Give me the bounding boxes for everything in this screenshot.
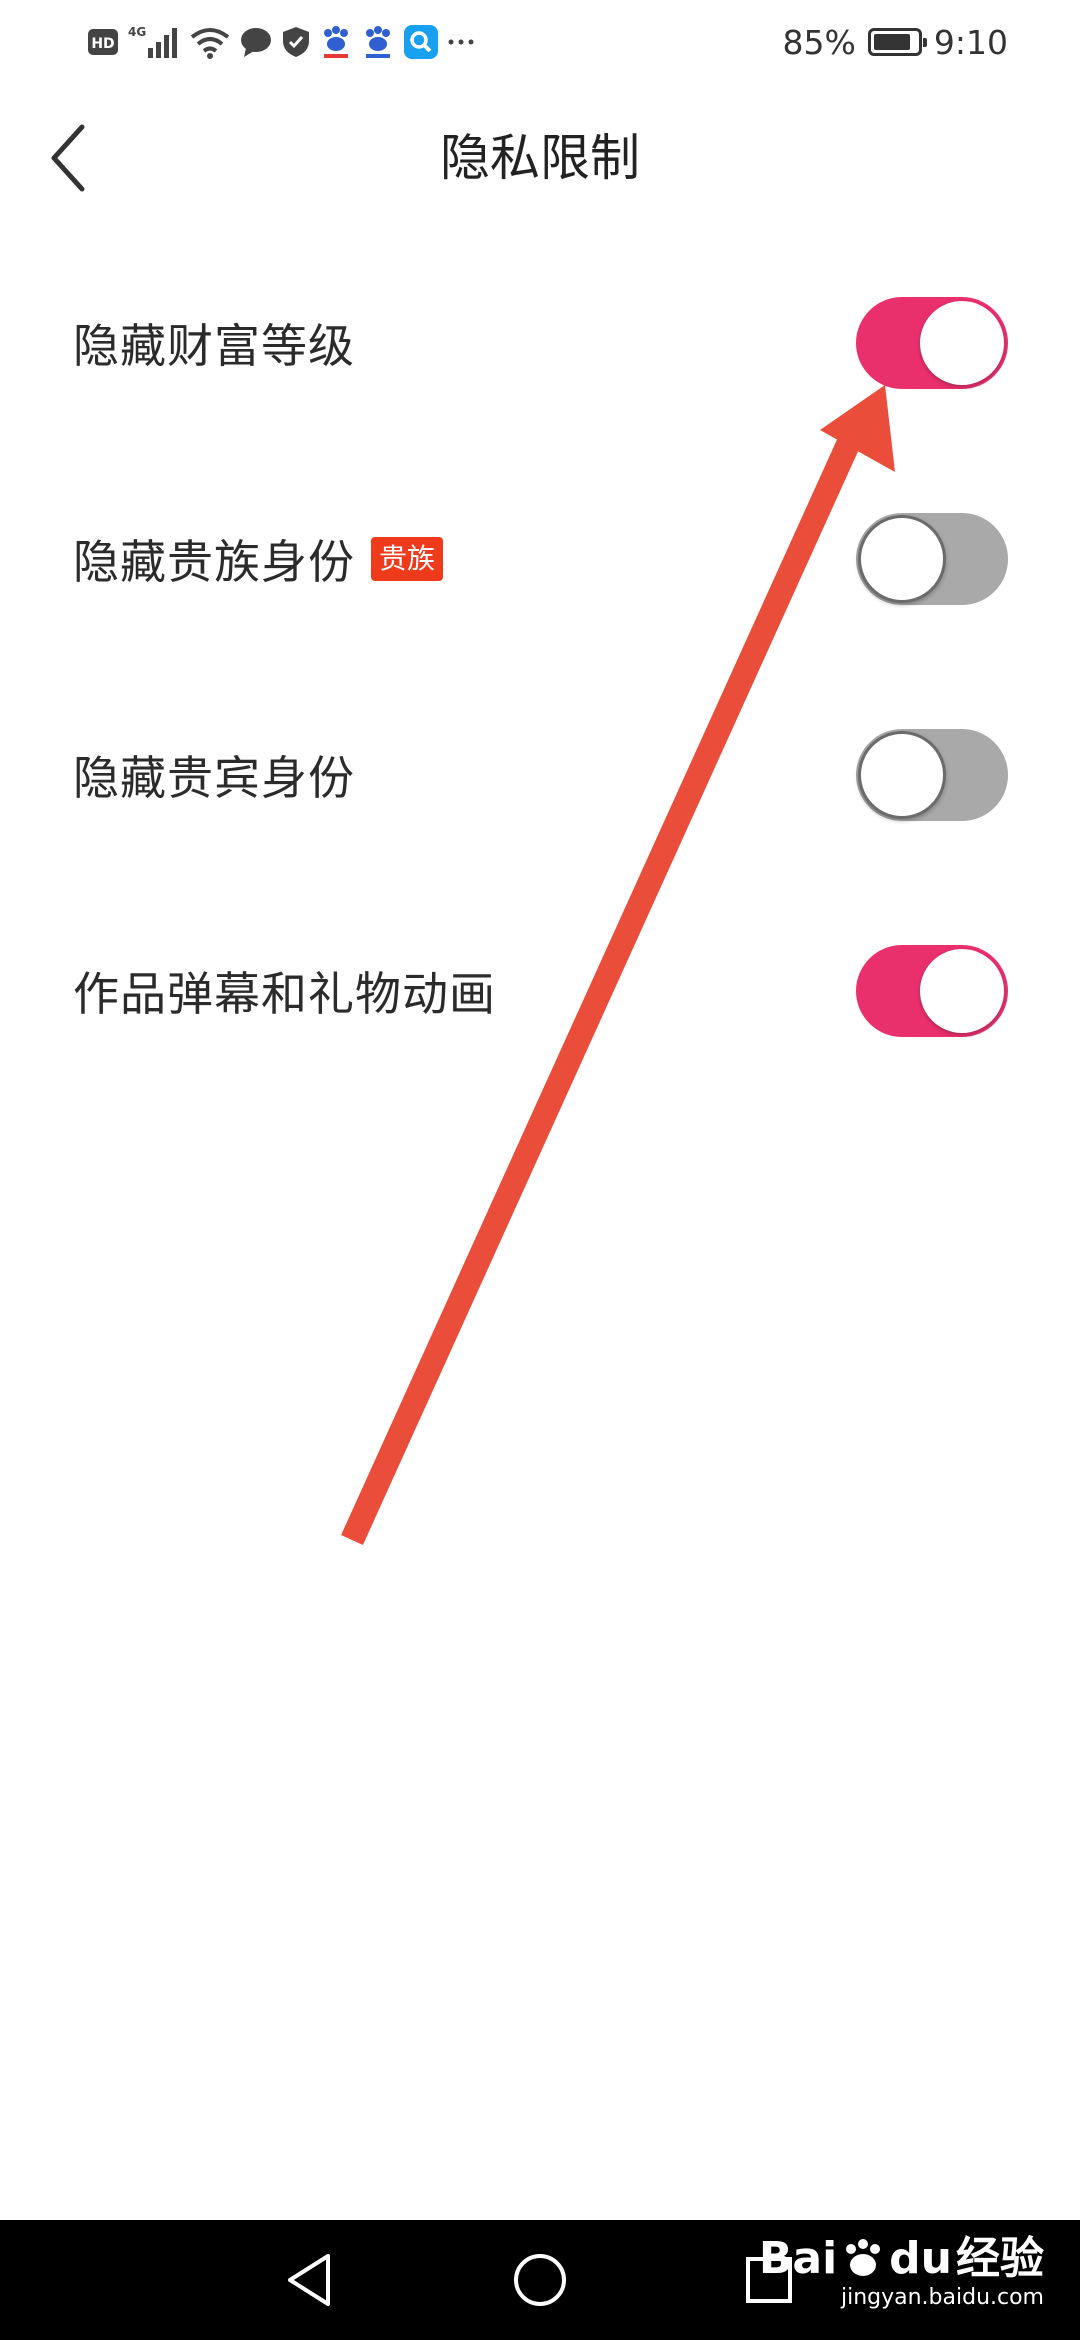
home-circle-icon (514, 2254, 566, 2306)
setting-row-hide-noble-identity: 隐藏贵族身份 贵族 (0, 451, 1080, 667)
search-app-icon (404, 25, 438, 59)
navigation-bar: Bai du 经验 jingyan.baidu.com (0, 2220, 1080, 2340)
signal-icon: 4G (128, 25, 177, 58)
more-dots-icon (448, 39, 474, 45)
baidu-paw-icon (366, 26, 390, 58)
wifi-icon (190, 28, 230, 59)
nav-home-button[interactable] (506, 2246, 574, 2314)
watermark-url: jingyan.baidu.com (840, 2285, 1044, 2310)
hd-icon: HD (88, 29, 118, 55)
setting-label: 隐藏贵宾身份 (73, 751, 355, 805)
settings-list: 隐藏财富等级 隐藏贵族身份 贵族 隐藏贵宾身份 作品弹幕和礼物动画 (0, 235, 1080, 1099)
setting-label: 隐藏贵族身份 (73, 535, 355, 589)
setting-label-wrap: 隐藏财富等级 (73, 235, 355, 451)
watermark-logo-text: Bai (758, 2233, 838, 2284)
header: 隐私限制 (0, 84, 1080, 224)
toggle-hide-vip-identity[interactable] (856, 729, 1008, 821)
toggle-danmaku-gift-animation[interactable] (856, 945, 1008, 1037)
setting-label-wrap: 隐藏贵族身份 贵族 (73, 451, 444, 667)
setting-row-hide-vip-identity: 隐藏贵宾身份 (0, 667, 1080, 883)
noble-badge: 贵族 (371, 537, 444, 581)
setting-row-hide-wealth-level: 隐藏财富等级 (0, 235, 1080, 451)
watermark-logo: Bai du 经验 (759, 2234, 1044, 2284)
setting-row-danmaku-gift-animation: 作品弹幕和礼物动画 (0, 883, 1080, 1099)
baidu-paw-icon (846, 2239, 881, 2276)
nav-back-button[interactable] (275, 2246, 343, 2314)
page-title: 隐私限制 (440, 129, 640, 187)
status-bar: HD 4G 85% 9:10 (0, 0, 1080, 84)
svg-text:HD: HD (91, 36, 114, 52)
toggle-knob (858, 515, 946, 603)
toggle-knob (858, 731, 946, 819)
chat-icon (241, 28, 271, 57)
shield-icon (283, 27, 309, 57)
status-right: 85% 9:10 (783, 16, 1008, 68)
battery-icon (867, 28, 927, 56)
battery-level (873, 34, 910, 50)
clock: 9:10 (933, 22, 1008, 62)
status-icons: HD 4G (88, 20, 474, 64)
setting-label: 作品弹幕和礼物动画 (73, 967, 496, 1021)
setting-label-wrap: 作品弹幕和礼物动画 (73, 883, 496, 1099)
toggle-hide-noble-identity[interactable] (856, 513, 1008, 605)
toggle-knob (920, 301, 1004, 385)
setting-label-wrap: 隐藏贵宾身份 (73, 667, 355, 883)
battery-percent: 85% (782, 22, 856, 62)
back-triangle-icon (288, 2254, 330, 2306)
svg-text:4G: 4G (128, 25, 146, 39)
toggle-knob (920, 949, 1004, 1033)
baidu-jingyan-watermark: Bai du 经验 jingyan.baidu.com (759, 2234, 1044, 2312)
setting-label: 隐藏财富等级 (73, 319, 355, 373)
baidu-paw-icon (324, 26, 348, 58)
watermark-logo-suffix: du (889, 2233, 952, 2284)
toggle-hide-wealth-level[interactable] (856, 297, 1008, 389)
watermark-cn: 经验 (956, 2233, 1044, 2284)
